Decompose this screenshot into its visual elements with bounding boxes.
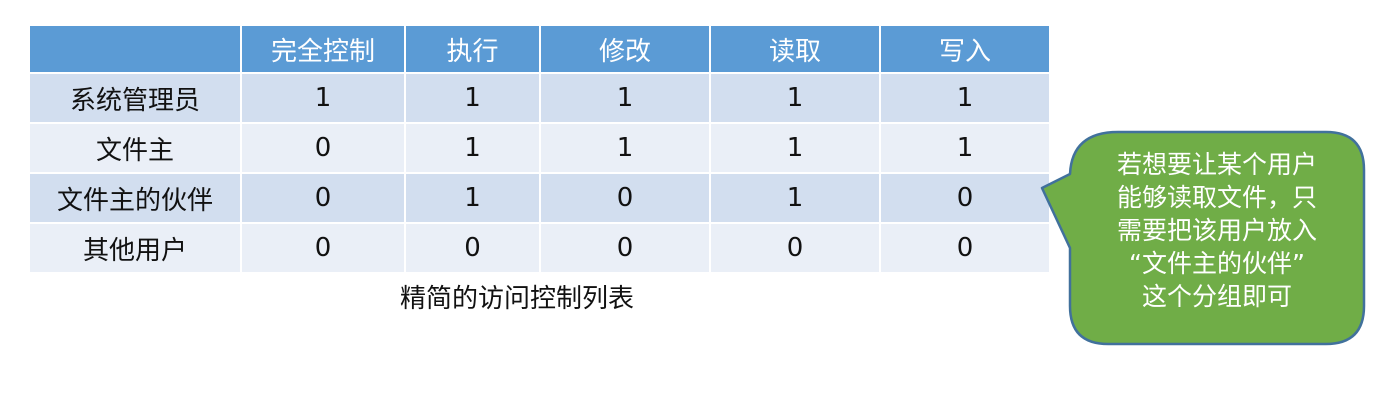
row-label: 文件主的伙伴 bbox=[28, 172, 242, 224]
table-cell: 1 bbox=[879, 72, 1051, 124]
table-row: 文件主的伙伴 0 1 0 1 0 bbox=[28, 172, 1051, 224]
row-label: 文件主 bbox=[28, 122, 242, 174]
table-caption: 精简的访问控制列表 bbox=[400, 284, 635, 314]
callout-line: “文件主的伙伴” bbox=[1129, 249, 1305, 278]
table-cell: 0 bbox=[539, 172, 711, 224]
header-cell-corner bbox=[28, 24, 242, 74]
table-cell: 0 bbox=[240, 172, 406, 224]
table-cell: 1 bbox=[539, 72, 711, 124]
table-cell: 0 bbox=[879, 172, 1051, 224]
callout-line: 若想要让某个用户 bbox=[1116, 150, 1317, 179]
table-cell: 0 bbox=[879, 222, 1051, 274]
table-row: 系统管理员 1 1 1 1 1 bbox=[28, 72, 1051, 124]
table-cell: 1 bbox=[709, 72, 881, 124]
table-cell: 1 bbox=[404, 72, 541, 124]
table-cell: 1 bbox=[709, 122, 881, 174]
callout-line: 这个分组即可 bbox=[1141, 282, 1292, 311]
table-cell: 0 bbox=[709, 222, 881, 274]
table-cell: 1 bbox=[539, 122, 711, 174]
row-label: 系统管理员 bbox=[28, 72, 242, 124]
header-row: 完全控制 执行 修改 读取 写入 bbox=[28, 24, 1051, 74]
callout-text: 若想要让某个用户 能够读取文件，只 需要把该用户放入 “文件主的伙伴” 这个分组… bbox=[1074, 148, 1360, 313]
header-cell-read: 读取 bbox=[709, 24, 881, 74]
header-cell-modify: 修改 bbox=[539, 24, 711, 74]
access-control-table: 完全控制 执行 修改 读取 写入 系统管理员 1 1 1 1 1 文件主 0 1… bbox=[28, 24, 1051, 274]
callout-line: 能够读取文件，只 bbox=[1116, 183, 1317, 212]
table-cell: 1 bbox=[404, 172, 541, 224]
table-cell: 1 bbox=[404, 122, 541, 174]
table-cell: 0 bbox=[240, 222, 406, 274]
callout-line: 需要把该用户放入 bbox=[1116, 216, 1317, 245]
table-cell: 1 bbox=[879, 122, 1051, 174]
header-cell-write: 写入 bbox=[879, 24, 1051, 74]
table-row: 其他用户 0 0 0 0 0 bbox=[28, 222, 1051, 274]
header-cell-full-control: 完全控制 bbox=[240, 24, 406, 74]
table-cell: 1 bbox=[240, 72, 406, 124]
table-cell: 1 bbox=[709, 172, 881, 224]
table-cell: 0 bbox=[404, 222, 541, 274]
table-row: 文件主 0 1 1 1 1 bbox=[28, 122, 1051, 174]
header-cell-execute: 执行 bbox=[404, 24, 541, 74]
table-cell: 0 bbox=[240, 122, 406, 174]
table-cell: 0 bbox=[539, 222, 711, 274]
row-label: 其他用户 bbox=[28, 222, 242, 274]
